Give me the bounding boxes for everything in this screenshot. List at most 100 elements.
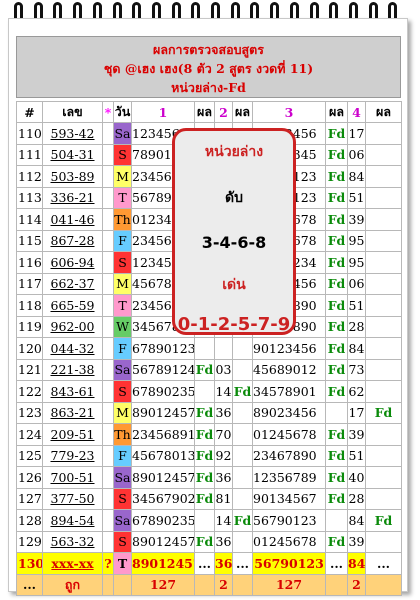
row-result-4 bbox=[365, 294, 402, 317]
summary-count-3: 127 bbox=[252, 573, 326, 596]
row-number: 121 bbox=[16, 358, 43, 381]
row-lek: 962-00 bbox=[42, 315, 103, 338]
row-result-3: Fd bbox=[325, 229, 348, 252]
row-star bbox=[102, 229, 114, 252]
row-result-3: ... bbox=[325, 552, 348, 575]
table-row: 120 044-32 F 67890123 90123456 Fd 84 bbox=[16, 337, 402, 360]
table-row: 129 563-32 S 89012457 Fd 36 01245678 Fd 39 bbox=[16, 530, 402, 553]
row-result-3: Fd bbox=[325, 186, 348, 209]
table-row: 125 779-23 F 45678013 Fd 92 23467890 Fd 51 bbox=[16, 444, 402, 467]
row-result-3: Fd bbox=[325, 272, 348, 295]
row-result-3: Fd bbox=[325, 487, 348, 510]
row-day: Sa bbox=[113, 509, 132, 532]
row-lek: 504-31 bbox=[42, 143, 103, 166]
row-number: 118 bbox=[16, 294, 43, 317]
popup-den-value: 0-1-2-5-7-9 bbox=[177, 314, 291, 335]
row-result-1: Fd bbox=[194, 444, 215, 467]
prediction-popup: หน่วยล่าง ดับ 3-4-6-8 เด่น 0-1-2-5-7-9 bbox=[172, 128, 296, 335]
row-day: T bbox=[113, 294, 132, 317]
pending-row: 130 xxx-xx ? T 89012457 ... 36 ... 56790… bbox=[16, 552, 402, 575]
row-number-4: 84 bbox=[347, 552, 366, 575]
row-star bbox=[102, 444, 114, 467]
row-digits-3: 90134567 bbox=[252, 487, 326, 510]
col-header-result-4: ผล bbox=[365, 101, 402, 123]
row-lek: 863-21 bbox=[42, 401, 103, 424]
row-digits-1: 89012457 bbox=[131, 552, 195, 575]
row-result-3: Fd bbox=[325, 208, 348, 231]
row-result-1 bbox=[194, 509, 215, 532]
row-number: 119 bbox=[16, 315, 43, 338]
row-star bbox=[102, 401, 114, 424]
row-number: 111 bbox=[16, 143, 43, 166]
row-day: T bbox=[113, 552, 132, 575]
summary-dots: ... bbox=[16, 573, 43, 596]
row-digits-1: 67890123 bbox=[131, 337, 195, 360]
row-digits-3: 90123456 bbox=[252, 337, 326, 360]
row-lek: 700-51 bbox=[42, 466, 103, 489]
row-digits-1: 67890235 bbox=[131, 509, 195, 532]
row-result-2 bbox=[232, 530, 253, 553]
row-number-4: 28 bbox=[347, 487, 366, 510]
col-header-result-1: ผล bbox=[194, 101, 215, 123]
row-result-3: Fd bbox=[325, 423, 348, 446]
row-day: F bbox=[113, 337, 132, 360]
row-result-4: Fd bbox=[365, 509, 402, 532]
row-digits-1: 56789124 bbox=[131, 358, 195, 381]
row-result-4 bbox=[365, 272, 402, 295]
row-number-2: 14 bbox=[214, 380, 233, 403]
row-number-2 bbox=[214, 337, 233, 360]
row-day: Sa bbox=[113, 466, 132, 489]
row-number-2: 92 bbox=[214, 444, 233, 467]
row-number: 123 bbox=[16, 401, 43, 424]
row-result-4 bbox=[365, 208, 402, 231]
row-digits-1: 67890235 bbox=[131, 380, 195, 403]
row-lek: 044-32 bbox=[42, 337, 103, 360]
row-result-1: Fd bbox=[194, 401, 215, 424]
row-result-3: Fd bbox=[325, 444, 348, 467]
popup-title: หน่วยล่าง bbox=[204, 144, 264, 160]
row-day: S bbox=[113, 530, 132, 553]
row-day: S bbox=[113, 487, 132, 510]
row-star bbox=[102, 530, 114, 553]
row-result-1: Fd bbox=[194, 487, 215, 510]
row-star bbox=[102, 143, 114, 166]
row-result-1 bbox=[194, 337, 215, 360]
row-digits-3: 56790123 bbox=[252, 552, 326, 575]
table-row: 128 894-54 Sa 67890235 14 Fd 56790123 84 Fd bbox=[16, 509, 402, 532]
row-digits-1: 45678013 bbox=[131, 444, 195, 467]
row-result-3: Fd bbox=[325, 358, 348, 381]
row-number-4: 51 bbox=[347, 294, 366, 317]
row-number: 114 bbox=[16, 208, 43, 231]
row-result-3: Fd bbox=[325, 337, 348, 360]
row-digits-3: 23467890 bbox=[252, 444, 326, 467]
row-lek: 843-61 bbox=[42, 380, 103, 403]
summary-count-1: 127 bbox=[131, 573, 195, 596]
row-day: S bbox=[113, 143, 132, 166]
row-day: F bbox=[113, 229, 132, 252]
row-result-3 bbox=[325, 509, 348, 532]
row-number: 124 bbox=[16, 423, 43, 446]
row-number-4: 39 bbox=[347, 208, 366, 231]
row-result-1: Fd bbox=[194, 358, 215, 381]
row-number-4: 17 bbox=[347, 401, 366, 424]
row-day: F bbox=[113, 444, 132, 467]
title-line-1: ผลการตรวจสอบสูตร bbox=[153, 42, 264, 57]
row-day: Th bbox=[113, 208, 132, 231]
row-star bbox=[102, 186, 114, 209]
row-result-4 bbox=[365, 487, 402, 510]
row-number-4: 40 bbox=[347, 466, 366, 489]
row-lek: 779-23 bbox=[42, 444, 103, 467]
row-result-4 bbox=[365, 530, 402, 553]
row-star bbox=[102, 122, 114, 145]
row-result-2 bbox=[232, 358, 253, 381]
row-result-4 bbox=[365, 444, 402, 467]
col-header-star: * bbox=[102, 101, 114, 123]
table-row: 124 209-51 Th 23456891 Fd 70 01245678 Fd 39 bbox=[16, 423, 402, 446]
row-number-4: 39 bbox=[347, 423, 366, 446]
row-star: ? bbox=[102, 552, 114, 575]
table-header-row: # เลข * วัน 1 ผล 2 ผล 3 ผล 4 ผล bbox=[16, 101, 402, 123]
row-star bbox=[102, 315, 114, 338]
row-lek: xxx-xx bbox=[42, 552, 103, 575]
row-result-3: Fd bbox=[325, 122, 348, 145]
row-number-4: 84 bbox=[347, 165, 366, 188]
